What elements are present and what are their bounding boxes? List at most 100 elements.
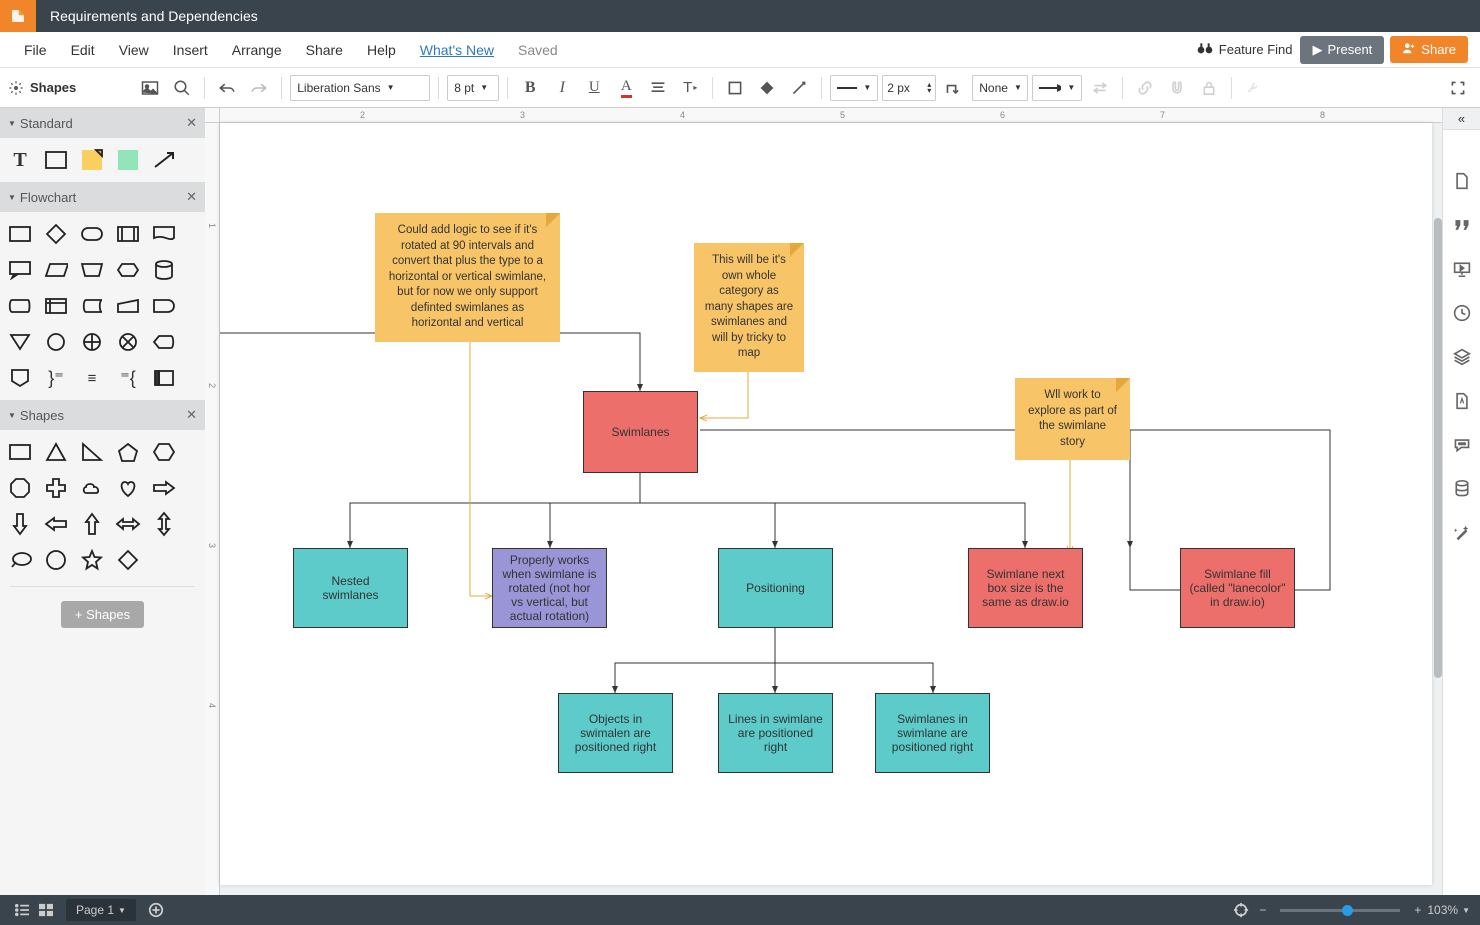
fc-direct-data[interactable] xyxy=(6,292,34,320)
fc-swimlane[interactable] xyxy=(150,364,178,392)
scrollbar-vertical[interactable] xyxy=(1434,218,1442,678)
fc-brace-right[interactable]: }⁼ xyxy=(42,364,70,392)
close-icon[interactable]: ✕ xyxy=(186,115,197,131)
sh-star[interactable] xyxy=(78,546,106,574)
note-green-shape[interactable] xyxy=(114,146,142,174)
fc-manual-op[interactable] xyxy=(78,256,106,284)
arrow-start-select[interactable]: None▼ xyxy=(972,75,1028,101)
sh-heart[interactable] xyxy=(114,474,142,502)
fullscreen-icon[interactable] xyxy=(1444,74,1472,102)
node-swimlanes[interactable]: Swimlanes xyxy=(583,391,698,473)
arrow-end-select[interactable]: ▼ xyxy=(1032,75,1082,101)
page-icon[interactable] xyxy=(1451,170,1473,192)
magnet-icon[interactable] xyxy=(1163,74,1191,102)
link-icon[interactable] xyxy=(1131,74,1159,102)
font-family-select[interactable]: Liberation Sans▼ xyxy=(290,75,430,101)
border-color-icon[interactable] xyxy=(753,74,781,102)
zoom-slider[interactable] xyxy=(1280,909,1400,912)
fc-predefined[interactable] xyxy=(114,220,142,248)
search-icon[interactable] xyxy=(168,74,196,102)
underline-icon[interactable]: U xyxy=(580,74,608,102)
fill-color-icon[interactable] xyxy=(721,74,749,102)
node-fill[interactable]: Swimlane fill (called "lanecolor" in dra… xyxy=(1180,548,1295,628)
node-sw-pos[interactable]: Swimlanes in swimlane are positioned rig… xyxy=(875,693,990,773)
fc-document[interactable] xyxy=(150,220,178,248)
redo-icon[interactable] xyxy=(245,74,273,102)
menu-help[interactable]: Help xyxy=(355,38,408,62)
document-title[interactable]: Requirements and Dependencies xyxy=(50,8,258,24)
wrench-icon[interactable] xyxy=(1240,74,1268,102)
fc-display[interactable] xyxy=(150,328,178,356)
undo-icon[interactable] xyxy=(213,74,241,102)
node-nested[interactable]: Nested swimlanes xyxy=(293,548,408,628)
sh-arrow-left[interactable] xyxy=(42,510,70,538)
fc-merge[interactable] xyxy=(6,328,34,356)
line-style-select[interactable]: ▼ xyxy=(830,75,878,101)
panel-standard-header[interactable]: ▼Standard✕ xyxy=(0,108,205,138)
quote-icon[interactable] xyxy=(1451,214,1473,236)
fc-stored-data[interactable] xyxy=(78,292,106,320)
share-button[interactable]: Share xyxy=(1390,36,1468,63)
sh-diamond[interactable] xyxy=(114,546,142,574)
close-icon[interactable]: ✕ xyxy=(186,189,197,205)
shapes-gear-icon[interactable]: Shapes xyxy=(8,74,76,102)
layers-icon[interactable] xyxy=(1451,346,1473,368)
fc-offpage[interactable] xyxy=(6,364,34,392)
target-icon[interactable] xyxy=(1229,898,1253,922)
line-routing-icon[interactable] xyxy=(940,74,968,102)
present-button[interactable]: ▶ Present xyxy=(1300,36,1384,64)
italic-icon[interactable]: I xyxy=(548,74,576,102)
bold-icon[interactable]: B xyxy=(516,74,544,102)
font-size-select[interactable]: 8 pt▼ xyxy=(447,75,499,101)
fc-or[interactable] xyxy=(78,328,106,356)
sh-arrow-up[interactable] xyxy=(78,510,106,538)
canvas[interactable]: Could add logic to see if it's rotated a… xyxy=(220,123,1432,885)
sh-octagon[interactable] xyxy=(6,474,34,502)
zoom-level[interactable]: 103% xyxy=(1427,903,1458,917)
fc-decision[interactable] xyxy=(42,220,70,248)
page-tab[interactable]: Page 1▼ xyxy=(66,899,136,921)
node-rotated[interactable]: Properly works when swimlane is rotated … xyxy=(492,548,607,628)
sh-arrow-down[interactable] xyxy=(6,510,34,538)
swap-ends-icon[interactable] xyxy=(1086,74,1114,102)
menu-whatsnew[interactable]: What's New xyxy=(408,38,506,62)
sticky-note-explore[interactable]: Wll work to explore as part of the swiml… xyxy=(1015,378,1130,460)
text-options-icon[interactable]: T▸ xyxy=(676,74,704,102)
sh-right-triangle[interactable] xyxy=(78,438,106,466)
thumbnail-icon[interactable] xyxy=(34,898,58,922)
sh-rect[interactable] xyxy=(6,438,34,466)
fc-process[interactable] xyxy=(6,220,34,248)
rect-shape[interactable] xyxy=(42,146,70,174)
menu-insert[interactable]: Insert xyxy=(161,38,220,62)
sh-double-arrow-v[interactable] xyxy=(150,510,178,538)
lock-icon[interactable] xyxy=(1195,74,1223,102)
sticky-note-category[interactable]: This will be it's own whole category as … xyxy=(694,243,804,372)
fc-preparation[interactable] xyxy=(114,256,142,284)
node-nextbox[interactable]: Swimlane next box size is the same as dr… xyxy=(968,548,1083,628)
fc-sum[interactable] xyxy=(114,328,142,356)
sh-hexagon[interactable] xyxy=(150,438,178,466)
comments-icon[interactable] xyxy=(1451,434,1473,456)
menu-share[interactable]: Share xyxy=(294,38,355,62)
menu-view[interactable]: View xyxy=(107,38,161,62)
font-color-icon[interactable]: A xyxy=(612,74,640,102)
node-positioning[interactable]: Positioning xyxy=(718,548,833,628)
line-width-input[interactable]: 2 px▴▾ xyxy=(882,75,936,101)
fc-internal[interactable] xyxy=(42,292,70,320)
collapse-panel-icon[interactable]: « xyxy=(1443,108,1480,130)
panel-shapes-header[interactable]: ▼Shapes✕ xyxy=(0,400,205,430)
fc-connector[interactable] xyxy=(42,328,70,356)
fc-callout[interactable] xyxy=(6,256,34,284)
sh-arrow-right[interactable] xyxy=(150,474,178,502)
fc-delay[interactable] xyxy=(150,292,178,320)
fc-note[interactable]: ≡ xyxy=(78,364,106,392)
menu-arrange[interactable]: Arrange xyxy=(220,38,294,62)
shape-style-icon[interactable] xyxy=(785,74,813,102)
sh-circle[interactable] xyxy=(42,546,70,574)
node-objects-pos[interactable]: Objects in swimalen are positioned right xyxy=(558,693,673,773)
fc-brace-left[interactable]: ⁼{ xyxy=(114,364,142,392)
text-shape[interactable]: T xyxy=(6,146,34,174)
panel-flowchart-header[interactable]: ▼Flowchart✕ xyxy=(0,182,205,212)
outline-icon[interactable] xyxy=(10,898,34,922)
sh-cross[interactable] xyxy=(42,474,70,502)
